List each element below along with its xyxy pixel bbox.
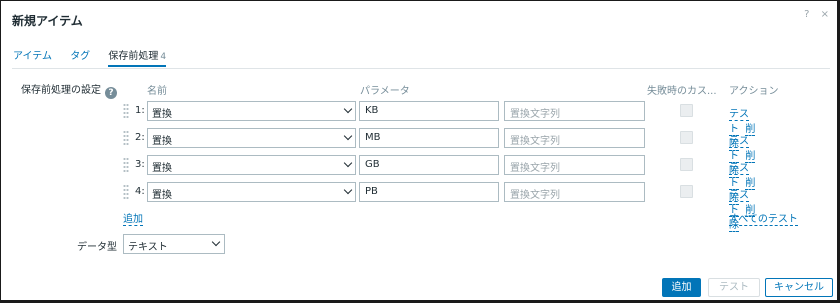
column-header-name: 名前 [147,86,167,97]
close-icon[interactable]: × [821,9,829,20]
tab-tags-label: タグ [70,51,91,62]
custom-on-fail-checkbox[interactable] [680,185,693,198]
add-step-link[interactable]: 追加 [123,214,143,226]
data-type-label: データ型 [77,242,117,253]
header-icons: ? × [796,9,829,20]
tab-item-label: アイテム [13,51,52,62]
cancel-button[interactable]: キャンセル [765,278,833,297]
pattern-input[interactable]: KB [359,101,499,121]
step-number: 4: [135,186,145,197]
dialog-title: 新規アイテム [12,14,83,28]
column-header-actions: アクション [729,86,779,97]
tab-preprocessing[interactable]: 保存前処理 4 [108,47,167,67]
custom-on-fail-checkbox[interactable] [680,131,693,144]
pattern-input[interactable]: GB [359,155,499,175]
replacement-input[interactable]: 置換文字列 [504,101,645,121]
step-type-select[interactable]: 置換 [147,128,356,148]
chevron-down-icon [343,104,353,114]
custom-on-fail-checkbox[interactable] [680,104,693,117]
column-header-params: パラメータ [360,86,410,97]
chevron-down-icon [343,158,353,168]
step-type-select[interactable]: 置換 [147,155,356,175]
test-all-link-wrap: すべてのテスト [729,210,798,226]
tab-divider [12,68,830,69]
drag-handle-icon[interactable] [123,184,129,200]
test-all-link[interactable]: すべてのテスト [729,214,798,226]
data-type-value: テキスト [128,242,168,253]
step-type-select[interactable]: 置換 [147,101,356,121]
replacement-input[interactable]: 置換文字列 [504,155,645,175]
drag-handle-icon[interactable] [123,130,129,146]
column-header-on-fail: 失敗時のカス... [647,86,717,97]
help-icon[interactable]: ? [804,9,809,20]
drag-handle-icon[interactable] [123,103,129,119]
tab-bar: アイテム タグ 保存前処理 4 [13,47,181,67]
step-type-select[interactable]: 置換 [147,182,356,202]
step-type-value: 置換 [152,190,172,201]
step-number: 3: [135,159,145,170]
drag-handle-icon[interactable] [123,157,129,173]
step-type-value: 置換 [152,163,172,174]
replacement-input[interactable]: 置換文字列 [504,182,645,202]
chevron-down-icon [343,131,353,141]
preprocessing-label-text: 保存前処理の設定 [21,85,101,96]
step-type-value: 置換 [152,109,172,120]
chevron-down-icon [211,237,221,247]
pattern-input[interactable]: MB [359,128,499,148]
step-number: 1: [135,105,145,116]
pattern-input[interactable]: PB [359,182,499,202]
replacement-input[interactable]: 置換文字列 [504,128,645,148]
custom-on-fail-checkbox[interactable] [680,158,693,171]
tab-tags[interactable]: タグ [70,47,90,65]
test-button[interactable]: テスト [708,278,760,297]
preprocessing-label: 保存前処理の設定? [21,81,117,99]
step-number: 2: [135,132,145,143]
tab-preprocessing-count: 4 [160,52,167,62]
chevron-down-icon [343,185,353,195]
step-type-value: 置換 [152,136,172,147]
data-type-select[interactable]: テキスト [123,234,225,254]
new-item-dialog: 新規アイテム ? × アイテム タグ 保存前処理 4 保存前処理の設定? 名前 パ… [0,0,840,303]
tab-preprocessing-label: 保存前処理 [108,51,159,62]
add-button[interactable]: 追加 [662,278,701,297]
tab-item[interactable]: アイテム [13,47,52,65]
add-step-link-wrap: 追加 [123,210,143,226]
help-icon[interactable]: ? [105,87,117,99]
